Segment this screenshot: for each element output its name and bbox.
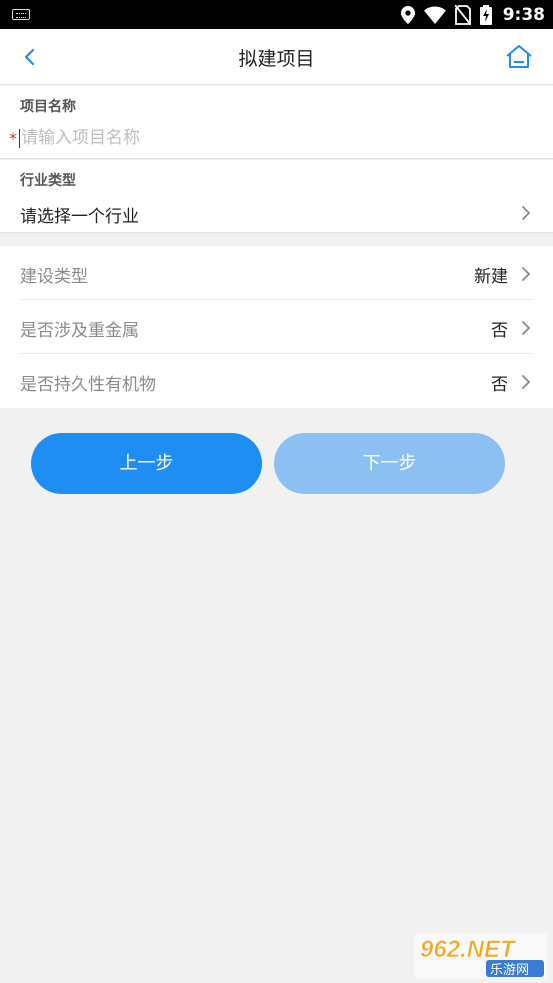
- text-cursor: [19, 129, 20, 148]
- home-icon[interactable]: [505, 43, 533, 71]
- keyboard-icon: [12, 9, 30, 20]
- persistent-organic-value: 否: [491, 375, 508, 395]
- project-name-label: 项目名称: [20, 99, 76, 115]
- battery-charging-icon: [479, 5, 492, 25]
- next-step-button[interactable]: 下一步: [274, 433, 505, 494]
- no-sim-icon: [454, 5, 471, 25]
- industry-label: 行业类型: [20, 173, 76, 189]
- construction-type-row[interactable]: 建设类型 新建: [20, 246, 533, 300]
- heavy-metal-label: 是否涉及重金属: [20, 321, 139, 341]
- location-icon: [400, 6, 415, 24]
- watermark-top-text: 962.NET: [420, 936, 517, 963]
- chevron-right-icon: [522, 375, 530, 389]
- project-name-input[interactable]: [21, 125, 521, 151]
- chevron-right-icon: [522, 321, 530, 335]
- chevron-right-icon: [522, 206, 530, 220]
- project-name-field: 项目名称 *: [0, 86, 553, 159]
- site-watermark-logo: 962.NET 乐游网: [414, 933, 547, 979]
- watermark-bottom-text: 乐游网: [490, 963, 529, 978]
- construction-type-label: 建设类型: [20, 267, 88, 287]
- navigation-bar: 拟建项目: [0, 29, 553, 85]
- persistent-organic-row[interactable]: 是否持久性有机物 否: [20, 354, 533, 408]
- required-mark: *: [9, 129, 17, 148]
- heavy-metal-row[interactable]: 是否涉及重金属 否: [20, 300, 533, 354]
- persistent-organic-label: 是否持久性有机物: [20, 375, 156, 395]
- heavy-metal-value: 否: [491, 321, 508, 341]
- chevron-right-icon: [522, 267, 530, 281]
- previous-step-button[interactable]: 上一步: [31, 433, 262, 494]
- wifi-icon: [423, 6, 446, 24]
- status-bar: 9:38: [0, 0, 553, 29]
- options-group: 建设类型 新建 是否涉及重金属 否 是否持久性有机物 否: [0, 246, 553, 408]
- construction-type-value: 新建: [474, 267, 508, 287]
- industry-field[interactable]: 行业类型 请选择一个行业: [0, 160, 553, 233]
- status-icons: 9:38: [400, 4, 545, 26]
- status-time: 9:38: [502, 5, 545, 25]
- page-title: 拟建项目: [238, 48, 315, 70]
- industry-select-value[interactable]: 请选择一个行业: [20, 202, 139, 227]
